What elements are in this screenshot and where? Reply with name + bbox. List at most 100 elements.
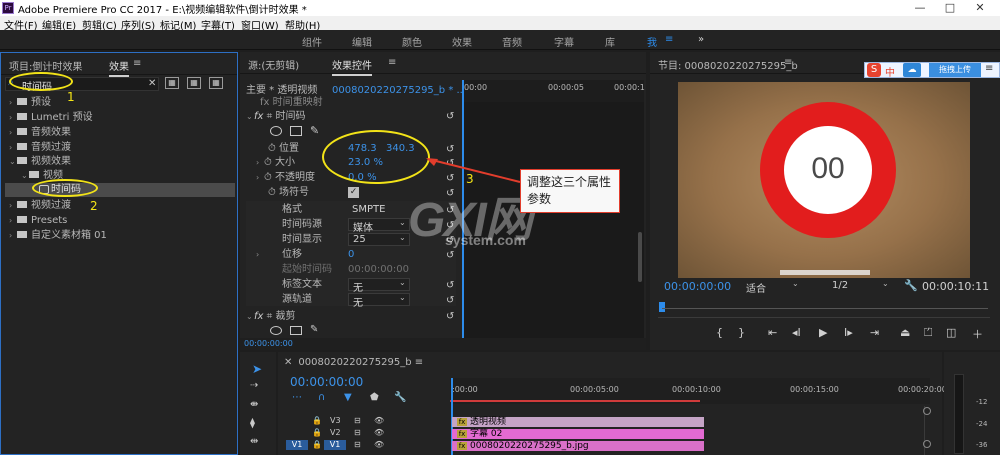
pen-mask-icon[interactable]: ✎ [310, 124, 319, 137]
yuv-effects-icon[interactable]: ▦ [209, 77, 223, 89]
close-icon[interactable]: ✕ [966, 0, 994, 16]
panel-menu-icon[interactable]: ≡ [784, 57, 792, 68]
slip-tool-icon[interactable]: ⇹ [250, 436, 258, 447]
ime-menu-icon[interactable]: ≡ [985, 63, 993, 74]
workspace-effects[interactable]: 效果 [452, 34, 472, 49]
prop-offset[interactable]: › 位移 [256, 248, 302, 262]
reset-icon[interactable]: ↺ [446, 312, 456, 322]
sync-lock-icon[interactable]: ⊟ [354, 416, 361, 425]
clip-jpg-image[interactable]: fx 000802022027529​5_b.jpg [452, 441, 704, 451]
sync-lock-icon[interactable]: ⊟ [354, 428, 361, 437]
workspace-assembly[interactable]: 组件 [302, 34, 322, 49]
ec-timeline-ruler[interactable]: 00:00 00:00:05 00:00:1 [462, 80, 645, 102]
tab-effect-controls[interactable]: 效果控件 [332, 57, 372, 76]
button-editor-icon[interactable]: ＋ [972, 326, 983, 342]
export-frame-icon[interactable]: ◫ [946, 326, 956, 339]
tree-item-custom-bin[interactable]: › 自定义素材箱 01 [9, 229, 107, 243]
program-current-timecode[interactable]: 00:00:00:00 [664, 280, 731, 294]
play-icon[interactable]: ▶ [819, 326, 827, 339]
prop-opacity[interactable]: › ⏱ 不透明度 [256, 171, 315, 185]
cloud-icon[interactable]: ☁ [903, 63, 921, 77]
time-remap-row[interactable]: fx 时间重映射 [260, 96, 323, 110]
reset-icon[interactable]: ↺ [446, 251, 456, 261]
tree-item-audio-effects[interactable]: › 音频效果 [9, 126, 71, 140]
time-display-select[interactable]: 25 ⌄ [348, 233, 410, 246]
ec-timecode[interactable]: 00:00:00:00 [244, 337, 293, 351]
mark-out-icon[interactable]: } [738, 326, 745, 339]
format-select[interactable]: SMPTE [352, 203, 385, 217]
prop-position[interactable]: ⏱ 位置 [268, 142, 299, 156]
reset-icon[interactable]: ↺ [446, 296, 456, 306]
drag-upload-button[interactable]: 拖拽上传 [929, 63, 981, 77]
work-area-bar[interactable] [450, 400, 700, 402]
source-track-select[interactable]: 无 ⌄ [348, 293, 410, 309]
32bit-effects-icon[interactable]: ▦ [187, 77, 201, 89]
maximize-icon[interactable]: □ [936, 0, 964, 16]
workspace-color[interactable]: 颜色 [402, 34, 422, 49]
workspace-menu-icon[interactable]: ≡ [665, 34, 673, 45]
workspace-titles[interactable]: 字幕 [554, 34, 574, 49]
timeline-ruler[interactable]: :00:00 00:00:05:00 00:00:10:00 00:00:15:… [450, 378, 947, 404]
workspace-overflow-icon[interactable]: » [698, 34, 704, 45]
crop-rect-mask-icon[interactable] [290, 326, 302, 335]
tab-project[interactable]: 项目:倒计时效果 [9, 58, 82, 73]
clip-transparent-video[interactable]: fx 透明视频 [452, 417, 704, 427]
prop-scale[interactable]: › ⏱ 大小 [256, 156, 295, 170]
eye-icon[interactable]: 👁 [374, 428, 384, 437]
reset-icon[interactable]: ↺ [446, 112, 456, 122]
fx-timecode-row[interactable]: ⌄fx ⌗ 时间码 [246, 110, 305, 124]
tree-item-video-effects[interactable]: ⌄ 视频效果 [9, 155, 71, 169]
lift-icon[interactable]: ⏏ [900, 326, 910, 339]
minimize-icon[interactable]: — [906, 0, 934, 16]
resolution-select[interactable]: 1/2 ⌄ [828, 279, 892, 293]
crop-ellipse-mask-icon[interactable] [270, 326, 282, 335]
eye-icon[interactable]: 👁 [374, 440, 384, 449]
lock-icon[interactable]: 🔒 [312, 440, 322, 449]
go-to-out-icon[interactable]: ⇥ [870, 326, 879, 339]
panel-menu-icon[interactable]: ≡ [388, 57, 396, 68]
tree-item-audio-transitions[interactable]: › 音频过渡 [9, 141, 71, 155]
linked-selection-icon[interactable]: ∩ [318, 392, 325, 403]
track-target-v1[interactable]: V1 [324, 440, 346, 450]
sequence-clip-label[interactable]: 00080202202752​95_b * ... [332, 84, 466, 98]
timeline-tab[interactable]: ✕ 00080202202752​95_b ≡ [284, 356, 423, 370]
panel-menu-icon[interactable]: ≡ [133, 58, 141, 69]
step-back-icon[interactable]: ◂Ι [792, 326, 801, 339]
crop-pen-mask-icon[interactable]: ✎ [310, 324, 318, 335]
extract-icon[interactable]: ⏍ [924, 326, 932, 340]
scroll-handle-icon[interactable] [923, 407, 931, 415]
workspace-libraries[interactable]: 库 [605, 34, 615, 49]
selection-tool-icon[interactable]: ➤ [252, 362, 262, 376]
eye-icon[interactable]: 👁 [374, 416, 384, 425]
offset-value[interactable]: 0 [348, 248, 354, 262]
lock-icon[interactable]: 🔒 [312, 428, 322, 437]
marker-icon[interactable]: ⬟ [370, 392, 379, 403]
step-forward-icon[interactable]: Ι▸ [844, 326, 853, 339]
lock-icon[interactable]: 🔒 [312, 416, 322, 425]
ec-scrollbar[interactable] [638, 232, 642, 282]
ime-lang-toggle[interactable]: 中 [885, 64, 895, 79]
go-to-in-icon[interactable]: ⇤ [768, 326, 777, 339]
add-marker-icon[interactable]: ▼ [344, 392, 352, 403]
timecode-source-select[interactable]: 媒体 ⌄ [348, 218, 410, 234]
field-symbol-checkbox[interactable]: ✓ [348, 187, 359, 198]
clip-title-02[interactable]: fx 字幕 02 [452, 429, 704, 439]
tab-program[interactable]: 节目: 00080202202752​95_b [658, 57, 798, 72]
clear-search-icon[interactable]: ✕ [148, 78, 156, 89]
reset-icon[interactable]: ↺ [446, 281, 456, 291]
mark-in-icon[interactable]: { [716, 326, 723, 339]
sync-lock-icon[interactable]: ⊟ [354, 440, 361, 449]
accelerated-effects-icon[interactable]: ▦ [165, 77, 179, 89]
timeline-wrench-icon[interactable]: 🔧 [394, 392, 406, 403]
workspace-custom[interactable]: 我 [647, 34, 657, 49]
fx-crop-row[interactable]: ⌄fx ⌗ 裁剪 [246, 310, 295, 324]
tab-source[interactable]: 源:(无剪辑) [248, 57, 299, 72]
timeline-timecode[interactable]: 00:00:00:00 [290, 375, 363, 389]
razor-tool-icon[interactable]: ⧫ [250, 418, 255, 429]
workspace-audio[interactable]: 音频 [502, 34, 522, 49]
reset-icon[interactable]: ↺ [446, 145, 456, 155]
ripple-edit-tool-icon[interactable]: ⇼ [250, 399, 258, 410]
ellipse-mask-icon[interactable] [270, 126, 282, 136]
tree-item-video-transitions[interactable]: › 视频过渡 [9, 199, 71, 213]
tree-item-lumetri[interactable]: › Lumetri 预设 [9, 111, 93, 125]
